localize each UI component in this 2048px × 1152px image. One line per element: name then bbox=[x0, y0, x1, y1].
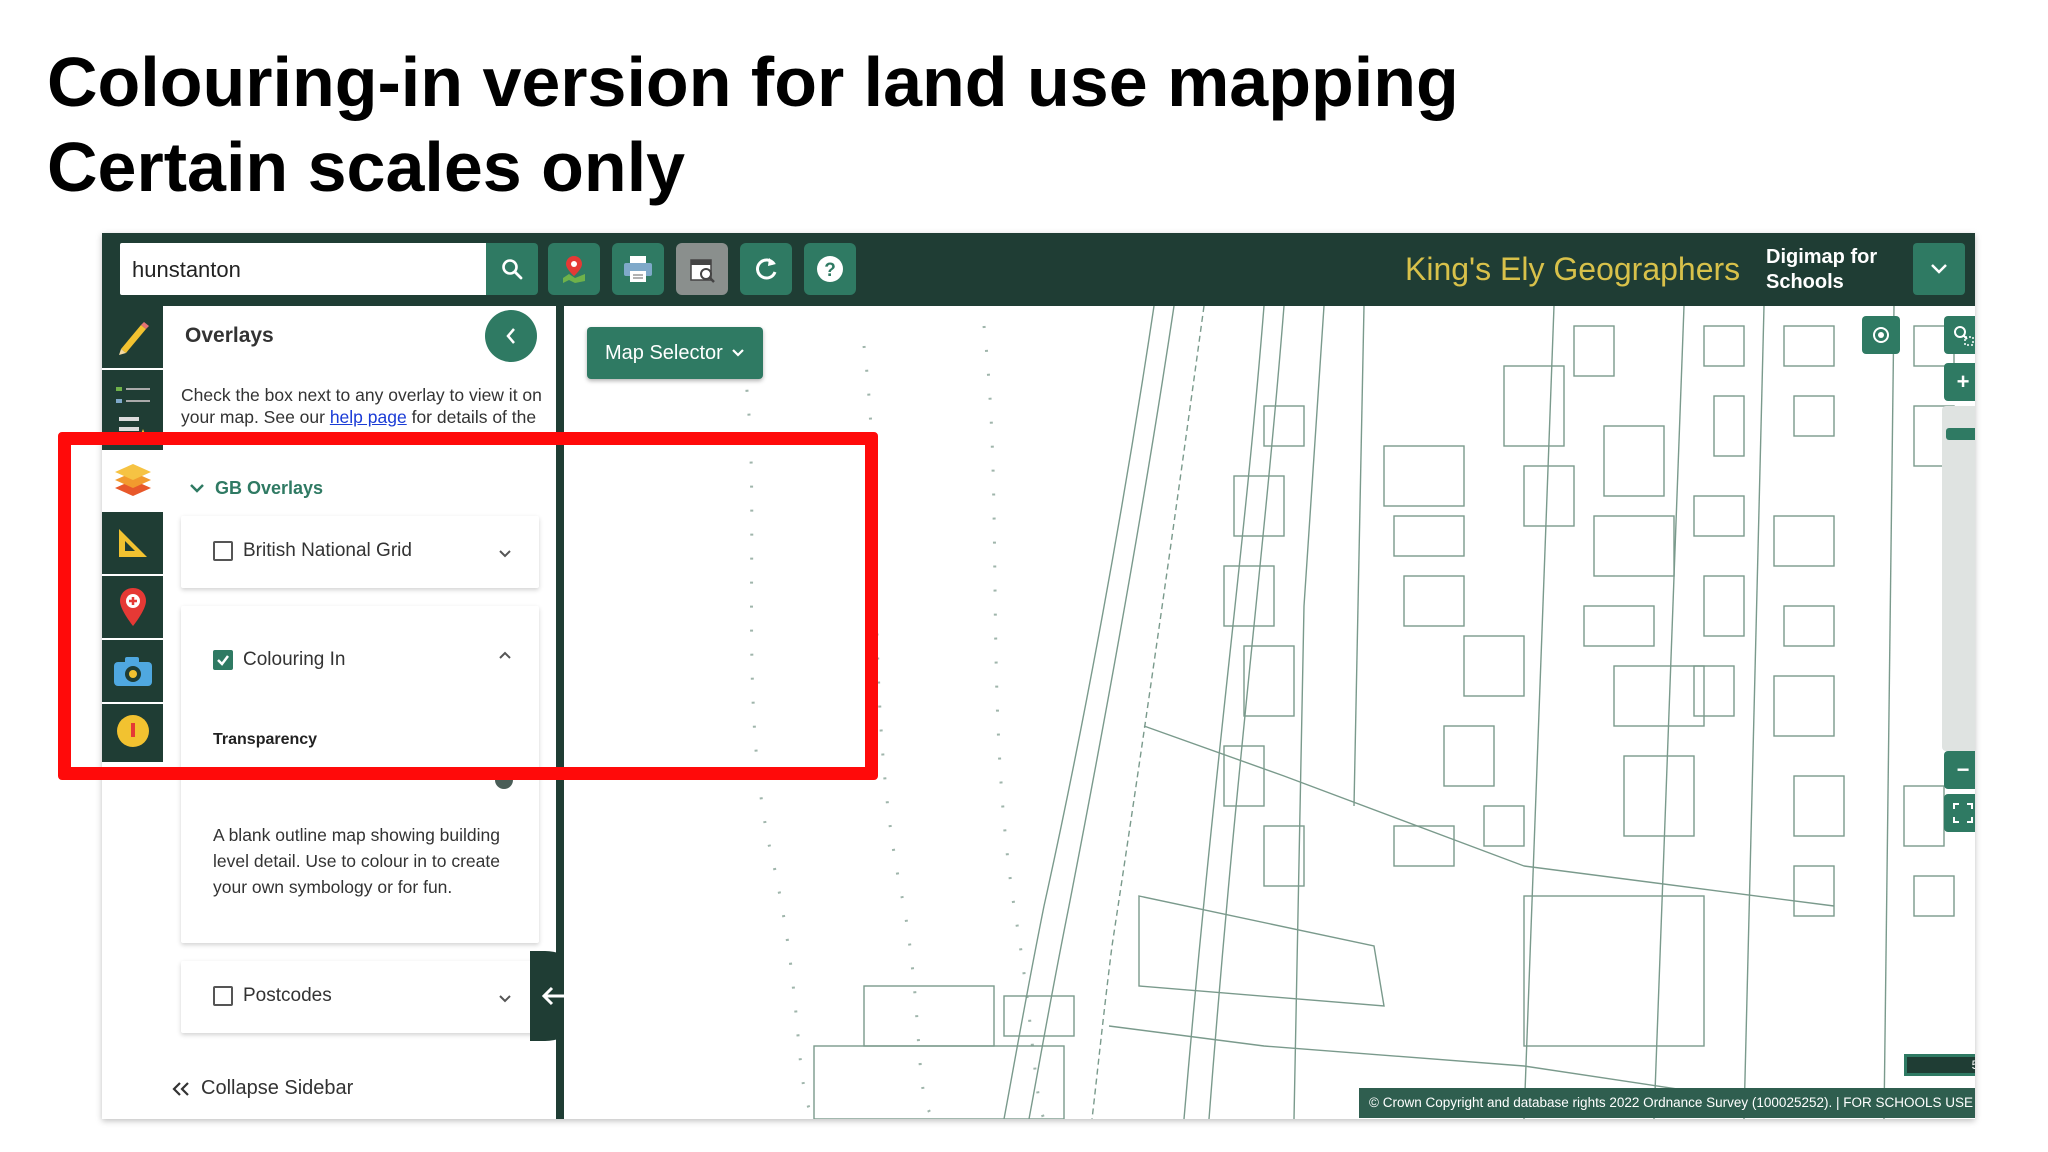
chevron-down-icon[interactable] bbox=[497, 991, 513, 1007]
map-pin-icon bbox=[563, 256, 585, 283]
chevron-down-icon bbox=[1931, 264, 1947, 274]
overlay-card-postcodes: Postcodes bbox=[181, 961, 539, 1033]
zoom-in-button[interactable]: + bbox=[1944, 363, 1975, 401]
print-button[interactable] bbox=[612, 243, 664, 295]
help-icon: ? bbox=[817, 256, 843, 282]
top-bar: hunstanton ? King's Ely Geographers Digi… bbox=[102, 233, 1975, 306]
double-chevron-left-icon bbox=[172, 1081, 189, 1096]
map-selector-button[interactable]: Map Selector bbox=[587, 327, 763, 379]
plus-icon: + bbox=[1956, 369, 1970, 394]
scale-bar: 50 m bbox=[1904, 1054, 1975, 1076]
fullscreen-icon bbox=[1953, 803, 1973, 823]
search-input[interactable]: hunstanton bbox=[120, 243, 488, 295]
zoom-slider[interactable] bbox=[1942, 406, 1975, 751]
help-button[interactable]: ? bbox=[804, 243, 856, 295]
zoom-to-area-button[interactable] bbox=[1944, 316, 1975, 354]
saved-maps-icon bbox=[690, 259, 715, 283]
svg-text:?: ? bbox=[824, 260, 836, 281]
product-name-line-1: Digimap for bbox=[1766, 246, 1878, 268]
slide-title-line-2: Certain scales only bbox=[47, 128, 686, 206]
crosshair-icon bbox=[1873, 327, 1889, 343]
collapse-sidebar-button[interactable]: Collapse Sidebar bbox=[171, 1077, 353, 1100]
fullscreen-button[interactable] bbox=[1944, 794, 1975, 832]
refresh-button[interactable] bbox=[740, 243, 792, 295]
overlay-label: Postcodes bbox=[243, 985, 332, 1006]
copyright-notice: © Crown Copyright and database rights 20… bbox=[1359, 1088, 1975, 1118]
saved-maps-button[interactable] bbox=[676, 243, 728, 295]
slide: Colouring-in version for land use mappin… bbox=[0, 0, 2048, 1152]
slide-title: Colouring-in version for land use mappin… bbox=[47, 40, 1459, 210]
chevron-down-icon bbox=[732, 349, 744, 357]
collapse-sidebar-label: Collapse Sidebar bbox=[201, 1077, 354, 1099]
location-button[interactable] bbox=[548, 243, 600, 295]
minus-icon: − bbox=[1956, 757, 1970, 782]
brand-name: King's Ely Geographers bbox=[1405, 251, 1741, 287]
locate-me-button[interactable] bbox=[1862, 316, 1900, 354]
chevron-left-icon bbox=[506, 328, 515, 344]
refresh-icon bbox=[756, 258, 777, 280]
highlight-box bbox=[58, 432, 878, 780]
search-button[interactable] bbox=[486, 243, 538, 295]
printer-icon bbox=[624, 256, 652, 282]
postcodes-checkbox[interactable] bbox=[213, 986, 233, 1006]
sidebar-back-button[interactable] bbox=[485, 310, 537, 362]
sidebar-title: Overlays bbox=[185, 324, 274, 347]
zoom-out-button[interactable]: − bbox=[1944, 751, 1975, 789]
pencil-icon bbox=[118, 322, 149, 355]
product-name-line-2: Schools bbox=[1766, 271, 1844, 293]
colouring-in-description: A blank outline map showing building lev… bbox=[213, 825, 500, 897]
help-page-link[interactable]: help page bbox=[330, 407, 407, 427]
search-icon bbox=[502, 259, 523, 280]
zoom-slider-handle[interactable] bbox=[1946, 428, 1975, 440]
account-menu-button[interactable] bbox=[1913, 243, 1965, 295]
map-selector-label: Map Selector bbox=[605, 341, 723, 364]
draw-tool[interactable] bbox=[102, 306, 163, 368]
product-name: Digimap for Schools bbox=[1766, 245, 1877, 295]
zoom-area-icon bbox=[1954, 326, 1974, 346]
slide-title-line-1: Colouring-in version for land use mappin… bbox=[47, 43, 1459, 121]
